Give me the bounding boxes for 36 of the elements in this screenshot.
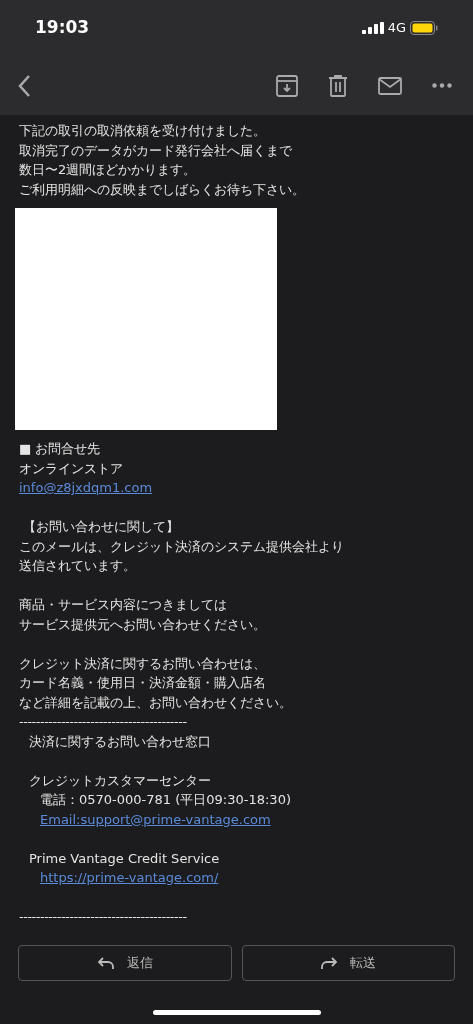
body-text: 数日〜2週間ほどかかります。 — [19, 161, 198, 179]
reply-button[interactable]: 返信 — [18, 944, 232, 981]
email-link[interactable]: info@z8jxdqm1.com — [19, 478, 153, 498]
body-text: 商品・サービス内容につきましては — [19, 596, 228, 614]
body-text: クレジット決済に関するお問い合わせは、 — [19, 654, 267, 673]
back-icon[interactable] — [17, 73, 31, 98]
body-text: Prime Vantage Credit Service — [28, 849, 221, 868]
trash-icon[interactable] — [328, 74, 348, 97]
dashed-rule: ---------------------------------------- — [19, 908, 188, 926]
body-text: 決済に関するお問い合わせ窓口 — [28, 732, 212, 751]
battery-icon — [410, 21, 438, 35]
forward-icon — [320, 955, 339, 970]
body-text: クレジットカスタマーセンター — [28, 771, 212, 790]
body-text: このメールは、クレジット決済のシステム提供会社より — [19, 537, 345, 556]
body-text: 取消完了のデータがカード発行会社へ届くまで — [19, 141, 293, 160]
body-text: など詳細を記載の上、お問い合わせください。 — [19, 693, 293, 712]
body-text: オンラインストア — [19, 459, 124, 478]
body-text: ご利用明細への反映までしばらくお待ち下さい。 — [19, 180, 306, 199]
body-text: ■ お問合せ先 — [19, 440, 102, 458]
forward-button[interactable]: 転送 — [241, 944, 455, 981]
body-text: 送信されています。 — [19, 557, 137, 575]
contact-link[interactable]: Email:support@prime-vantage.com — [40, 809, 271, 829]
contact-link[interactable]: https://prime-vantage.com/ — [40, 868, 219, 888]
body-text: 下記の取引の取消依頼を受け付けました。 — [19, 122, 267, 140]
mail-icon[interactable] — [378, 76, 402, 95]
body-text: サービス提供元へお問い合わせください。 — [19, 615, 267, 634]
archive-icon[interactable] — [276, 74, 298, 97]
network-type: 4G — [387, 19, 406, 38]
body-text: カード名義・使用日・決済金額・購入店名 — [19, 674, 267, 692]
status-time: 19:03 — [35, 16, 90, 40]
dashed-rule: ---------------------------------------- — [19, 713, 188, 731]
signal-icon — [361, 22, 384, 34]
reply-icon — [96, 955, 115, 970]
more-icon[interactable] — [432, 83, 452, 88]
body-text: 電話：0570-000-781 (平日09:30-18:30) — [39, 791, 292, 809]
body-text: 【お問い合わせに関して】 — [22, 518, 181, 536]
